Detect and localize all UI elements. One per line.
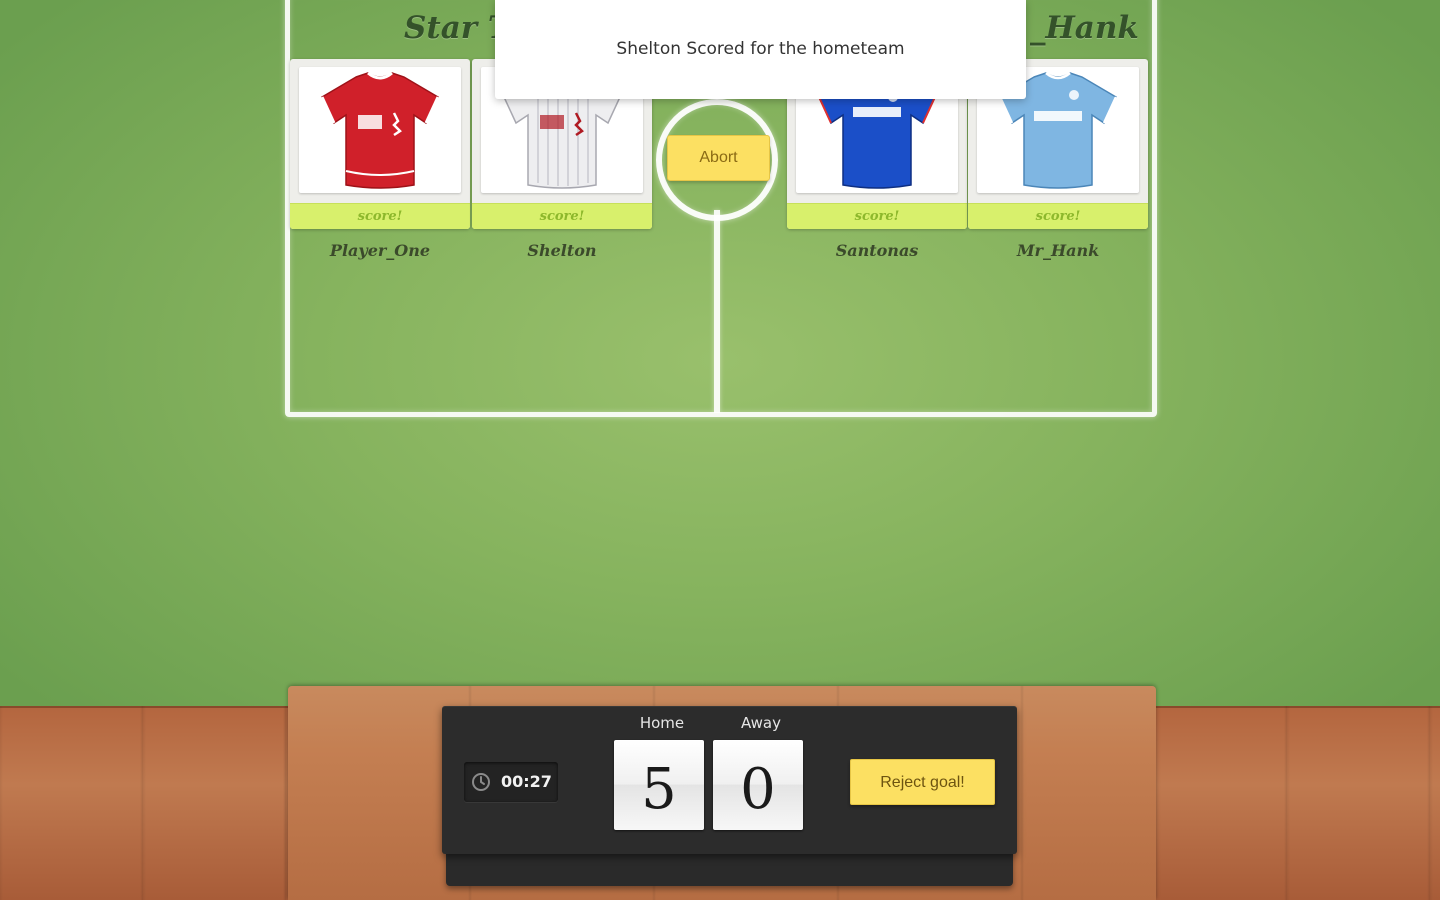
player-name: Santonas [835, 241, 919, 260]
timer-value: 00:27 [501, 772, 552, 791]
score-button[interactable]: score! [968, 203, 1148, 229]
notification-message: Shelton Scored for the hometeam [616, 39, 905, 59]
goal-notification: Shelton Scored for the hometeam [495, 0, 1026, 99]
away-team-title: _Hank [1030, 10, 1139, 46]
score-button[interactable]: score! [472, 203, 652, 229]
player-name: Shelton [527, 241, 597, 260]
away-score: 0 [713, 740, 803, 830]
score-button[interactable]: score! [290, 203, 470, 229]
player-name: Mr_Hank [1016, 241, 1100, 260]
home-label: Home [639, 714, 685, 732]
match-timer: 00:27 [464, 762, 558, 802]
score-button[interactable]: score! [787, 203, 967, 229]
player-card-1: score! Player_One [290, 59, 470, 260]
player-name: Player_One [329, 241, 431, 260]
reject-goal-button[interactable]: Reject goal! [850, 759, 995, 805]
abort-button[interactable]: Abort [667, 135, 770, 181]
liverpool-home-jersey-icon [320, 71, 440, 189]
clock-icon [472, 773, 490, 791]
scoreboard-base [446, 850, 1013, 886]
away-label: Away [741, 714, 781, 732]
pitch-midline [714, 210, 720, 413]
home-score: 5 [614, 740, 704, 830]
